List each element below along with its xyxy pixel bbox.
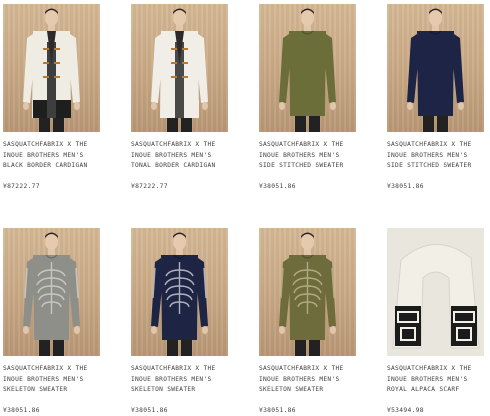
product-image[interactable] bbox=[259, 4, 356, 132]
product-title-link[interactable]: SASQUATCHFABRIX X THE INOUE BROTHERS MEN… bbox=[131, 140, 231, 172]
product-title-link[interactable]: SASQUATCHFABRIX X THE INOUE BROTHERS MEN… bbox=[131, 364, 231, 396]
product-grid: SASQUATCHFABRIX X THE INOUE BROTHERS MEN… bbox=[0, 0, 490, 416]
product-card[interactable]: SASQUATCHFABRIX X THE INOUE BROTHERS MEN… bbox=[259, 4, 359, 191]
product-price: ¥38051.86 bbox=[259, 183, 296, 190]
product-title-link[interactable]: SASQUATCHFABRIX X THE INOUE BROTHERS MEN… bbox=[3, 364, 103, 396]
product-card[interactable]: SASQUATCHFABRIX X THE INOUE BROTHERS MEN… bbox=[387, 228, 487, 415]
product-image[interactable] bbox=[259, 228, 356, 356]
product-card[interactable]: SASQUATCHFABRIX X THE INOUE BROTHERS MEN… bbox=[259, 228, 359, 415]
product-image[interactable] bbox=[3, 4, 100, 132]
product-price: ¥53494.98 bbox=[387, 407, 424, 414]
product-title-link[interactable]: SASQUATCHFABRIX X THE INOUE BROTHERS MEN… bbox=[387, 364, 487, 396]
product-title-link[interactable]: SASQUATCHFABRIX X THE INOUE BROTHERS MEN… bbox=[259, 364, 359, 396]
product-image[interactable] bbox=[387, 228, 484, 356]
product-card[interactable]: SASQUATCHFABRIX X THE INOUE BROTHERS MEN… bbox=[3, 4, 103, 191]
product-price: ¥38051.86 bbox=[387, 183, 424, 190]
product-image[interactable] bbox=[131, 228, 228, 356]
product-image[interactable] bbox=[131, 4, 228, 132]
product-card[interactable]: SASQUATCHFABRIX X THE INOUE BROTHERS MEN… bbox=[131, 228, 231, 415]
product-price: ¥87222.77 bbox=[131, 183, 168, 190]
product-card[interactable]: SASQUATCHFABRIX X THE INOUE BROTHERS MEN… bbox=[3, 228, 103, 415]
product-price: ¥38051.86 bbox=[259, 407, 296, 414]
product-image[interactable] bbox=[387, 4, 484, 132]
product-title-link[interactable]: SASQUATCHFABRIX X THE INOUE BROTHERS MEN… bbox=[387, 140, 487, 172]
product-price: ¥38051.86 bbox=[3, 407, 40, 414]
product-price: ¥38051.86 bbox=[131, 407, 168, 414]
product-price: ¥87222.77 bbox=[3, 183, 40, 190]
product-card[interactable]: SASQUATCHFABRIX X THE INOUE BROTHERS MEN… bbox=[387, 4, 487, 191]
product-title-link[interactable]: SASQUATCHFABRIX X THE INOUE BROTHERS MEN… bbox=[259, 140, 359, 172]
product-card[interactable]: SASQUATCHFABRIX X THE INOUE BROTHERS MEN… bbox=[131, 4, 231, 191]
product-image[interactable] bbox=[3, 228, 100, 356]
product-title-link[interactable]: SASQUATCHFABRIX X THE INOUE BROTHERS MEN… bbox=[3, 140, 103, 172]
